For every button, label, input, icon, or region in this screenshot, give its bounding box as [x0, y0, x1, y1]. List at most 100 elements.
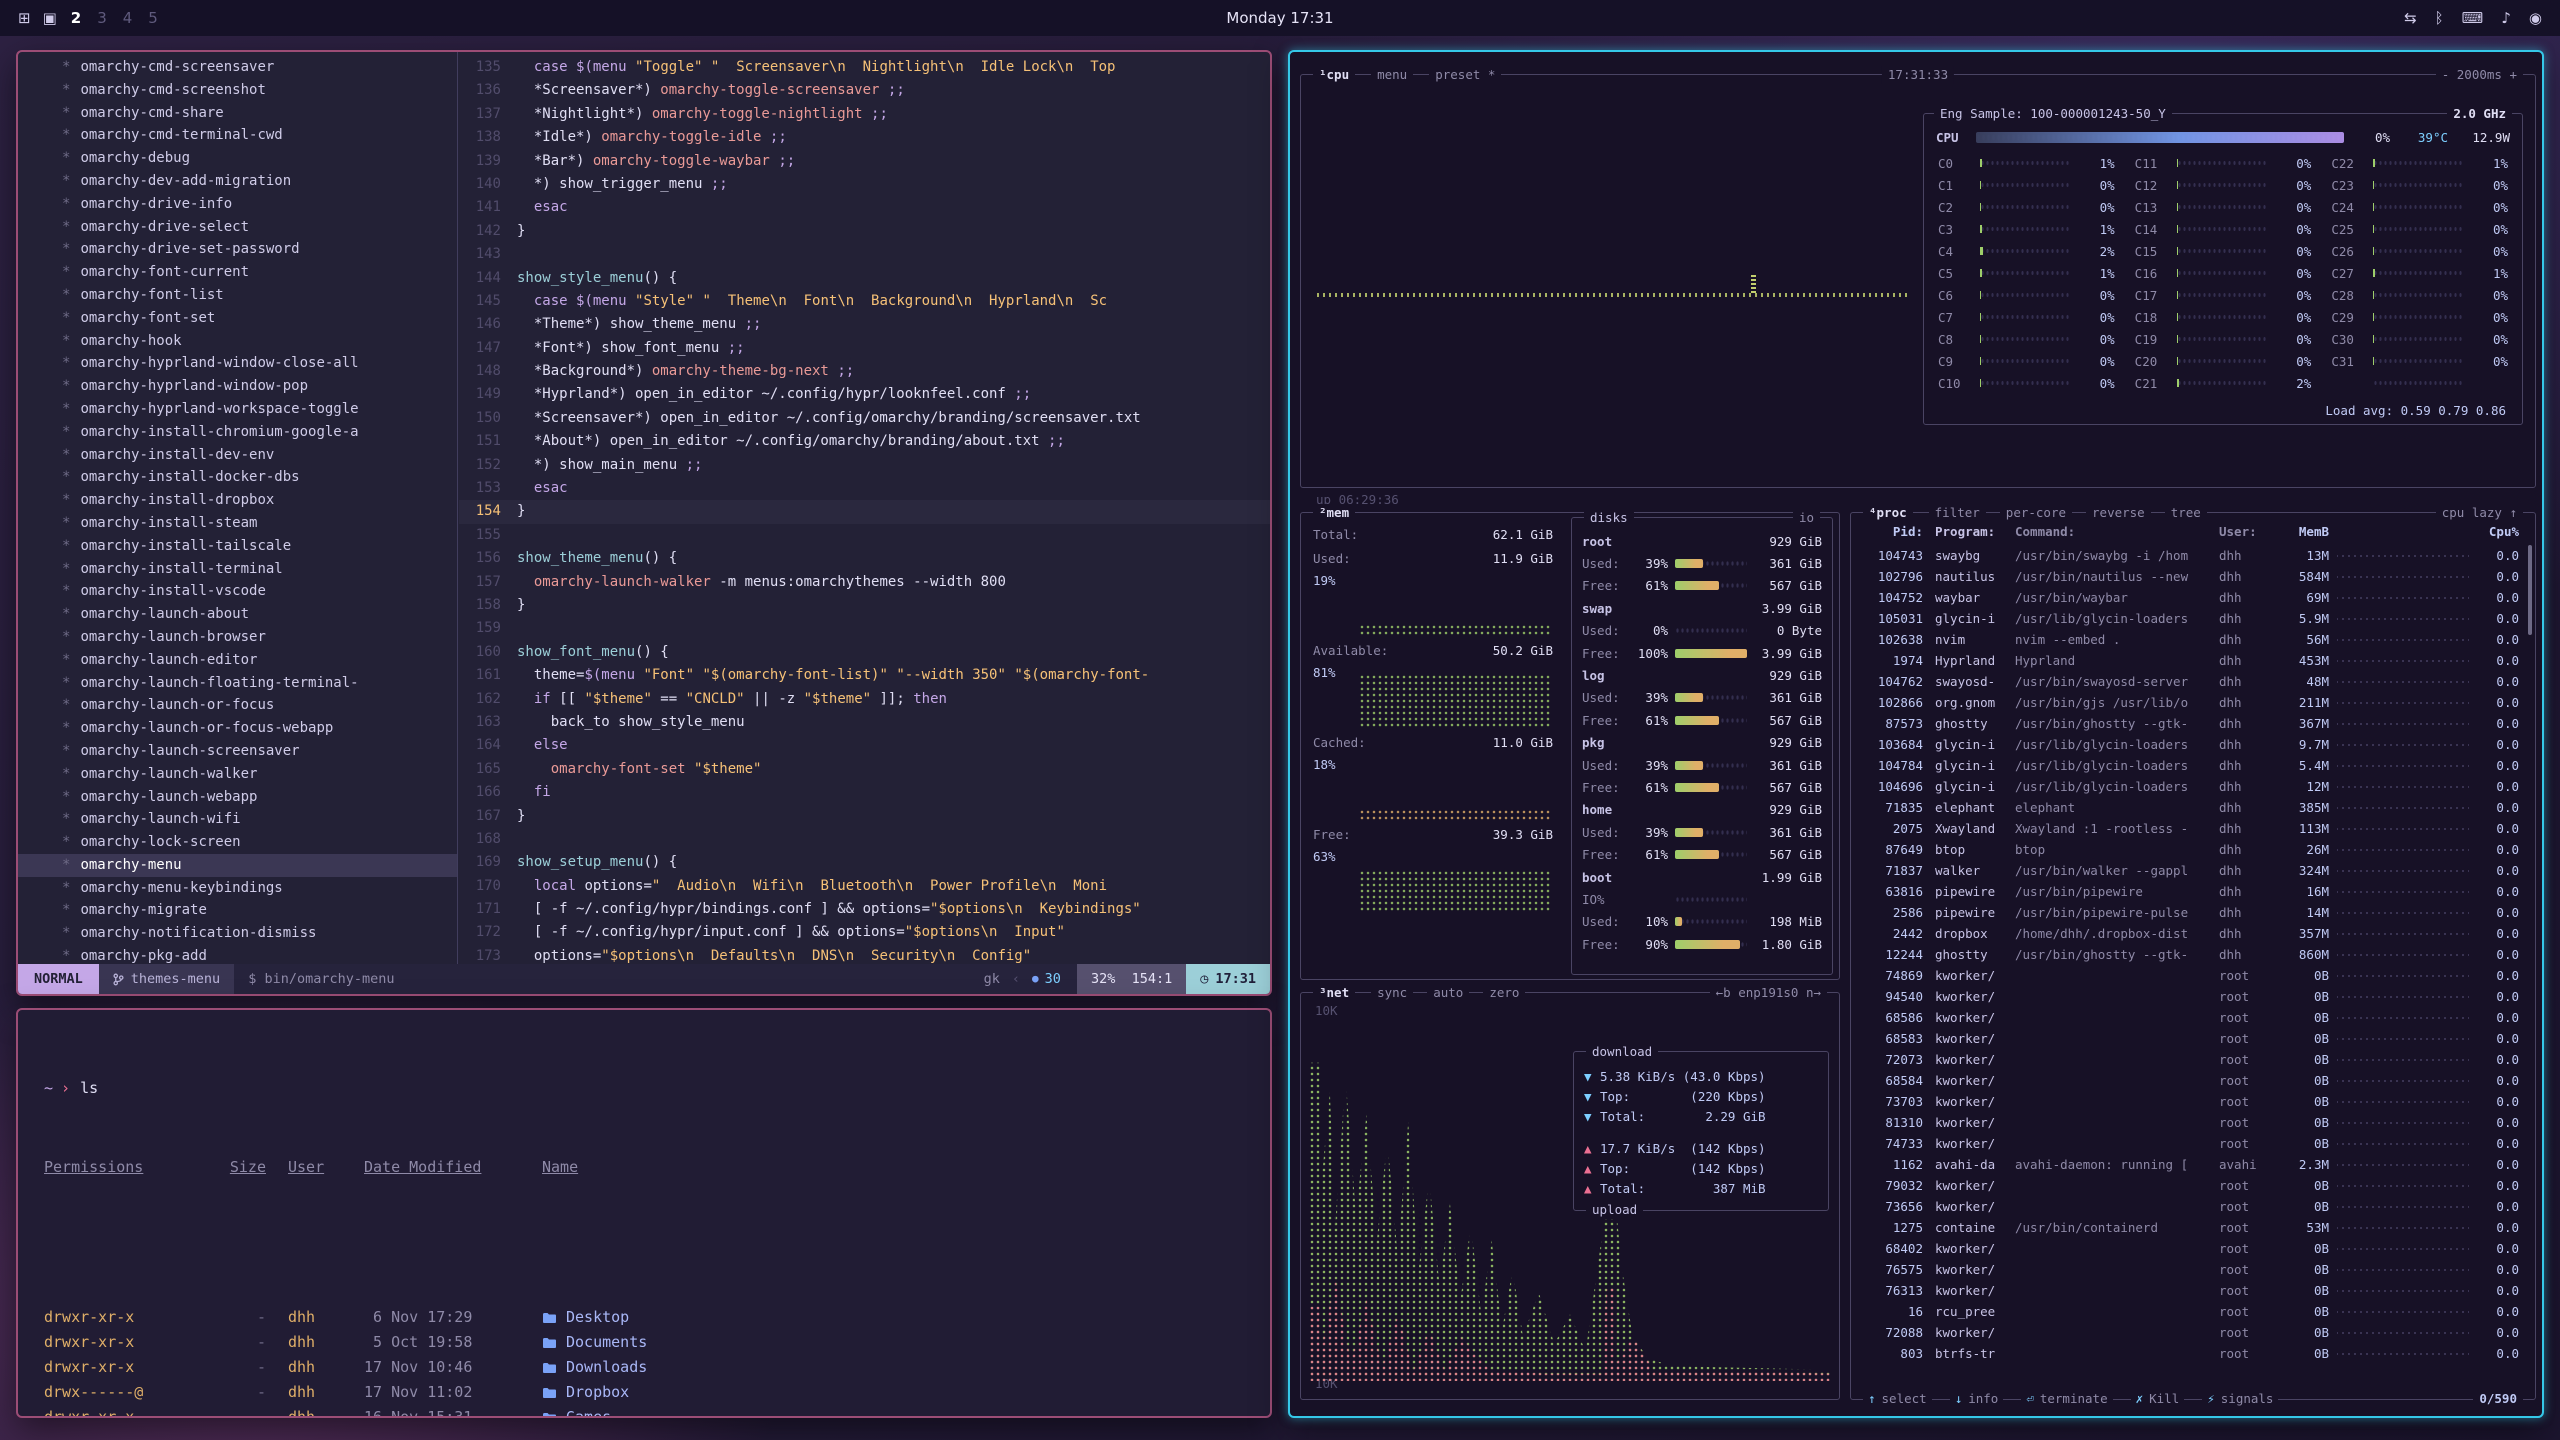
process-row[interactable]: 104752 waybar /usr/bin/waybar dhh 69M 0.… — [1859, 587, 2519, 608]
process-row[interactable]: 63816 pipewire /usr/bin/pipewire dhh 16M… — [1859, 881, 2519, 902]
workspace-button[interactable]: 5 — [148, 9, 158, 27]
process-row[interactable]: 79032 kworker/ root 0B 0.0 — [1859, 1175, 2519, 1196]
process-row[interactable]: 102638 nvim nvim --embed . dhh 56M 0.0 — [1859, 629, 2519, 650]
code-line[interactable]: 161 theme=$(menu "Font" "$(omarchy-font-… — [459, 664, 1270, 687]
file-item[interactable]: *omarchy-pkg-add — [18, 945, 457, 964]
net-option[interactable]: sync — [1371, 984, 1413, 1002]
volume-icon[interactable]: ♪ — [2501, 9, 2511, 27]
file-item[interactable]: *omarchy-launch-wifi — [18, 808, 457, 831]
code-line[interactable]: 156show_theme_menu() { — [459, 547, 1270, 570]
file-item[interactable]: *omarchy-install-dev-env — [18, 444, 457, 467]
process-row[interactable]: 76313 kworker/ root 0B 0.0 — [1859, 1280, 2519, 1301]
file-item[interactable]: *omarchy-install-terminal — [18, 558, 457, 581]
process-row[interactable]: 12244 ghostty /usr/bin/ghostty --gtk- dh… — [1859, 944, 2519, 965]
proc-action[interactable]: ↓info — [1950, 1390, 2004, 1408]
apps-icon[interactable]: ⊞ — [18, 9, 31, 27]
keyboard-icon[interactable]: ⌨ — [2462, 9, 2484, 27]
process-row[interactable]: 68402 kworker/ root 0B 0.0 — [1859, 1238, 2519, 1259]
proc-option[interactable]: per-core — [2000, 504, 2072, 522]
process-row[interactable]: 16 rcu_pree root 0B 0.0 — [1859, 1301, 2519, 1322]
process-row[interactable]: 1162 avahi-da avahi-daemon: running [ av… — [1859, 1154, 2519, 1175]
code-line[interactable]: 170 local options=" Audio\n Wifi\n Bluet… — [459, 875, 1270, 898]
process-row[interactable]: 104762 swayosd- /usr/bin/swayosd-server … — [1859, 671, 2519, 692]
process-row[interactable]: 68586 kworker/ root 0B 0.0 — [1859, 1007, 2519, 1028]
process-row[interactable]: 68584 kworker/ root 0B 0.0 — [1859, 1070, 2519, 1091]
file-item[interactable]: *omarchy-cmd-terminal-cwd — [18, 124, 457, 147]
code-line[interactable]: 157 omarchy-launch-walker -m menus:omarc… — [459, 571, 1270, 594]
window-icon[interactable]: ▣ — [43, 9, 57, 27]
code-line[interactable]: 169show_setup_menu() { — [459, 851, 1270, 874]
file-item[interactable]: *omarchy-drive-select — [18, 216, 457, 239]
code-line[interactable]: 152 *) show_main_menu ;; — [459, 454, 1270, 477]
process-row[interactable]: 71837 walker /usr/bin/walker --gappl dhh… — [1859, 860, 2519, 881]
file-item[interactable]: *omarchy-lock-screen — [18, 831, 457, 854]
file-item[interactable]: *omarchy-hyprland-window-close-all — [18, 352, 457, 375]
process-row[interactable]: 2075 Xwayland Xwayland :1 -rootless - dh… — [1859, 818, 2519, 839]
code-line[interactable]: 151 *About*) open_in_editor ~/.config/om… — [459, 430, 1270, 453]
proc-header-row[interactable]: Pid: Program: Command: User: MemB Cpu% — [1859, 521, 2519, 543]
net-option[interactable]: auto — [1427, 984, 1469, 1002]
code-line[interactable]: 153 esac — [459, 477, 1270, 500]
code-line[interactable]: 143 — [459, 243, 1270, 266]
code-line[interactable]: 138 *Idle*) omarchy-toggle-idle ;; — [459, 126, 1270, 149]
proc-scrollbar[interactable] — [2528, 545, 2532, 635]
process-row[interactable]: 94540 kworker/ root 0B 0.0 — [1859, 986, 2519, 1007]
file-item[interactable]: *omarchy-cmd-screenshot — [18, 79, 457, 102]
file-item[interactable]: *omarchy-drive-info — [18, 193, 457, 216]
proc-option[interactable]: filter — [1929, 504, 1986, 522]
code-line[interactable]: 158} — [459, 594, 1270, 617]
file-item[interactable]: *omarchy-install-tailscale — [18, 535, 457, 558]
screencast-icon[interactable]: ⇆ — [2404, 9, 2417, 27]
process-row[interactable]: 1974 Hyprland Hyprland dhh 453M 0.0 — [1859, 650, 2519, 671]
code-line[interactable]: 162 if [[ "$theme" == "CNCLD" || -z "$th… — [459, 688, 1270, 711]
file-item[interactable]: *omarchy-launch-or-focus — [18, 694, 457, 717]
proc-panel-title[interactable]: ⁴proc — [1863, 504, 1913, 522]
code-line[interactable]: 164 else — [459, 734, 1270, 757]
file-item[interactable]: *omarchy-font-current — [18, 261, 457, 284]
code-line[interactable]: 141 esac — [459, 196, 1270, 219]
file-item[interactable]: *omarchy-install-chromium-google-a — [18, 421, 457, 444]
workspace-button[interactable]: 2 — [71, 9, 81, 27]
file-item[interactable]: *omarchy-launch-walker — [18, 763, 457, 786]
file-item[interactable]: *omarchy-cmd-screensaver — [18, 56, 457, 79]
code-line[interactable]: 163 back_to show_style_menu — [459, 711, 1270, 734]
code-line[interactable]: 139 *Bar*) omarchy-toggle-waybar ;; — [459, 150, 1270, 173]
proc-action[interactable]: ⏎terminate — [2021, 1390, 2112, 1408]
process-row[interactable]: 104743 swaybg /usr/bin/swaybg -i /hom dh… — [1859, 545, 2519, 566]
code-line[interactable]: 171 [ -f ~/.config/hypr/bindings.conf ] … — [459, 898, 1270, 921]
file-item[interactable]: *omarchy-hyprland-window-pop — [18, 375, 457, 398]
code-line[interactable]: 140 *) show_trigger_menu ;; — [459, 173, 1270, 196]
code-line[interactable]: 155 — [459, 524, 1270, 547]
cpu-panel-title[interactable]: ¹cpu — [1313, 66, 1355, 84]
process-row[interactable]: 102866 org.gnom /usr/bin/gjs /usr/lib/o … — [1859, 692, 2519, 713]
file-item[interactable]: *omarchy-install-steam — [18, 512, 457, 535]
file-item[interactable]: *omarchy-menu — [18, 854, 457, 877]
process-row[interactable]: 803 btrfs-tr root 0B 0.0 — [1859, 1343, 2519, 1364]
workspace-button[interactable]: 3 — [97, 9, 107, 27]
power-icon[interactable]: ◉ — [2529, 9, 2542, 27]
process-row[interactable]: 72088 kworker/ root 0B 0.0 — [1859, 1322, 2519, 1343]
file-item[interactable]: *omarchy-install-vscode — [18, 580, 457, 603]
code-editor[interactable]: 135 case $(menu "Toggle" " Screensaver\n… — [459, 52, 1270, 964]
process-row[interactable]: 104696 glycin-i /usr/lib/glycin-loaders … — [1859, 776, 2519, 797]
file-item[interactable]: *omarchy-launch-webapp — [18, 786, 457, 809]
code-line[interactable]: 154} — [459, 500, 1270, 523]
code-line[interactable]: 165 omarchy-font-set "$theme" — [459, 758, 1270, 781]
file-item[interactable]: *omarchy-install-dropbox — [18, 489, 457, 512]
proc-option[interactable]: reverse — [2086, 504, 2151, 522]
code-line[interactable]: 159 — [459, 617, 1270, 640]
file-item[interactable]: *omarchy-launch-or-focus-webapp — [18, 717, 457, 740]
file-item[interactable]: *omarchy-install-docker-dbs — [18, 466, 457, 489]
file-item[interactable]: *omarchy-cmd-share — [18, 102, 457, 125]
interval-control[interactable]: - 2000ms + — [2436, 66, 2523, 84]
process-row[interactable]: 73703 kworker/ root 0B 0.0 — [1859, 1091, 2519, 1112]
file-item[interactable]: *omarchy-font-list — [18, 284, 457, 307]
proc-action[interactable]: ⚡signals — [2202, 1390, 2278, 1408]
file-item[interactable]: *omarchy-drive-set-password — [18, 238, 457, 261]
process-row[interactable]: 72073 kworker/ root 0B 0.0 — [1859, 1049, 2519, 1070]
file-list[interactable]: *omarchy-cmd-screensaver*omarchy-cmd-scr… — [18, 52, 458, 964]
file-item[interactable]: *omarchy-font-set — [18, 307, 457, 330]
file-item[interactable]: *omarchy-launch-editor — [18, 649, 457, 672]
code-line[interactable]: 166 fi — [459, 781, 1270, 804]
file-item[interactable]: *omarchy-launch-browser — [18, 626, 457, 649]
